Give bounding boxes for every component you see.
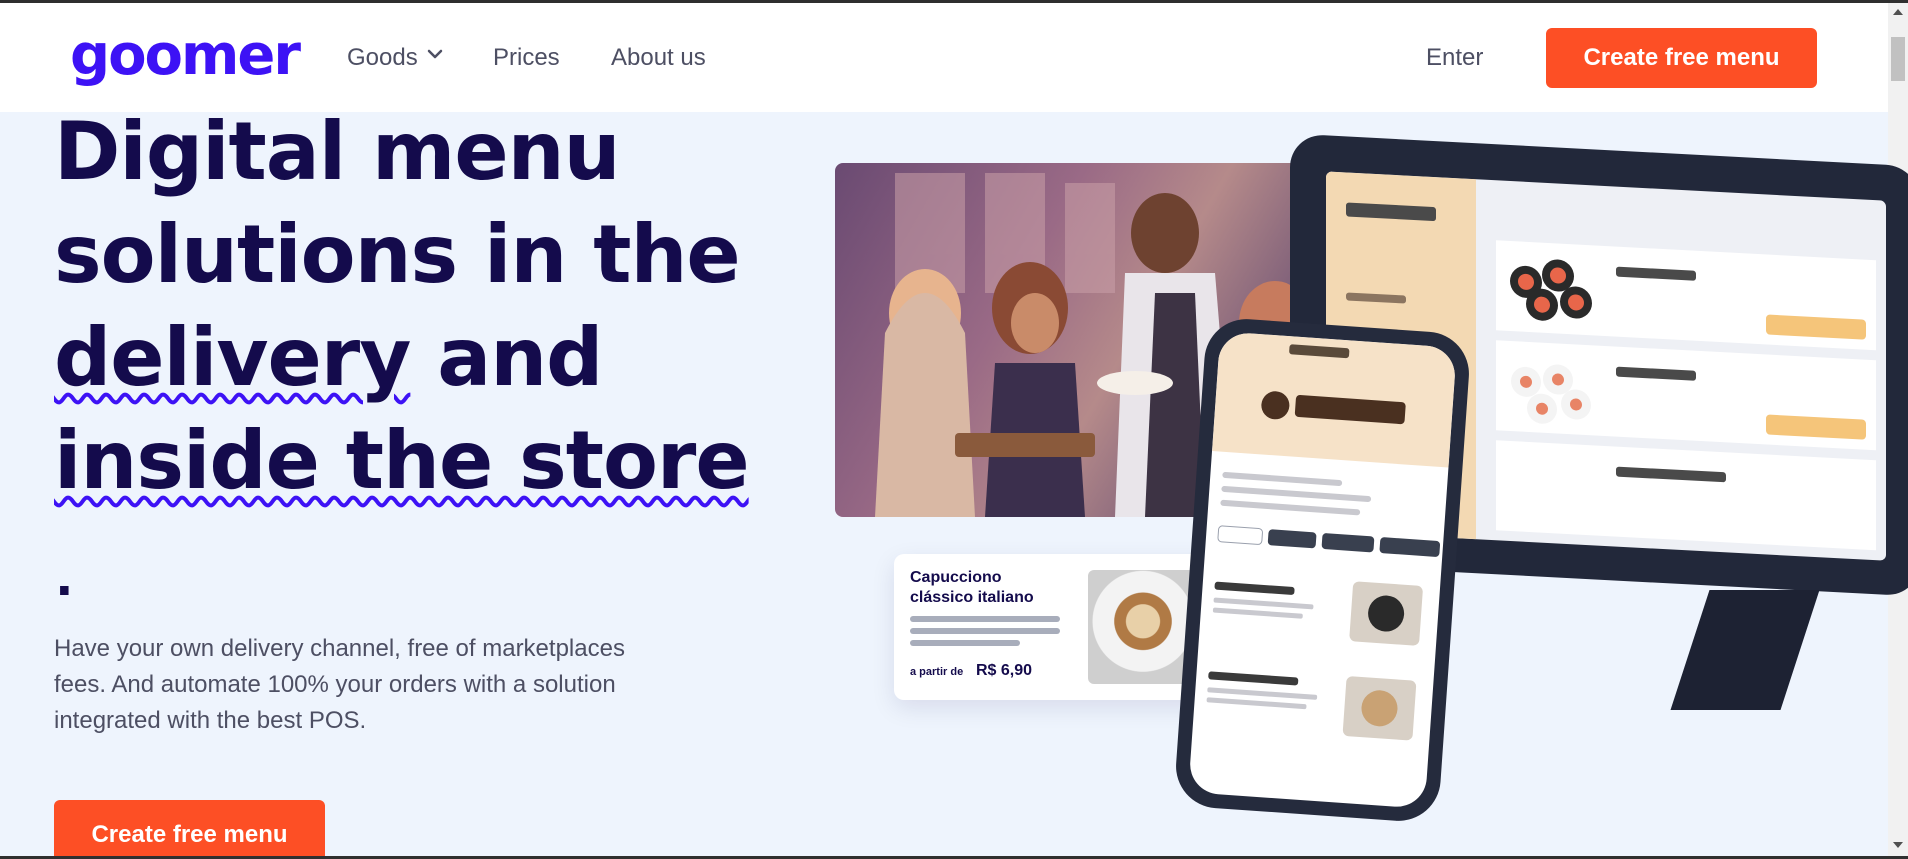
scroll-down-arrow-icon[interactable] — [1893, 842, 1903, 848]
phone-mockup — [1173, 316, 1472, 824]
hero-subtitle: Have your own delivery channel, free of … — [54, 635, 625, 734]
hero-title-inside-store: inside the store — [54, 414, 750, 507]
phone-screen — [1188, 331, 1457, 809]
nav-goods[interactable]: Goods — [347, 43, 444, 73]
hero-title-delivery: delivery — [54, 311, 411, 404]
product-card: Capucciono clássico italiano a partir de… — [894, 554, 1212, 700]
phone-menu-illustration — [1206, 344, 1441, 741]
hero-title: Digital menu solutions in the delivery a… — [54, 100, 774, 512]
scroll-thumb[interactable] — [1891, 37, 1905, 81]
create-free-menu-button[interactable]: Create free menu — [1546, 28, 1817, 88]
product-card-title: Capucciono clássico italiano — [910, 569, 1034, 606]
tablet-stand — [1670, 590, 1820, 710]
product-price: R$ 6,90 — [976, 662, 1033, 679]
price-prefix: a partir de — [910, 666, 964, 678]
site-header: goomer Goods Prices About us Enter Creat… — [0, 3, 1888, 112]
enter-link[interactable]: Enter — [1426, 43, 1483, 73]
hero-title-part2: and — [410, 311, 603, 404]
goomer-logo[interactable]: goomer — [70, 21, 301, 91]
hero-title-part1: Digital menu solutions in the — [54, 105, 741, 301]
nav-goods-label: Goods — [347, 44, 418, 71]
nav-about-us[interactable]: About us — [611, 43, 706, 73]
chevron-down-icon — [427, 49, 442, 59]
card-line — [910, 640, 1020, 646]
card-line — [910, 616, 1060, 622]
scroll-up-arrow-icon[interactable] — [1893, 9, 1903, 15]
coffee-cup-image — [1088, 570, 1198, 684]
hero-dot: . — [56, 541, 73, 608]
card-line — [910, 628, 1060, 634]
hero-create-free-menu-button[interactable]: Create free menu — [54, 800, 325, 859]
nav-prices[interactable]: Prices — [493, 43, 560, 73]
